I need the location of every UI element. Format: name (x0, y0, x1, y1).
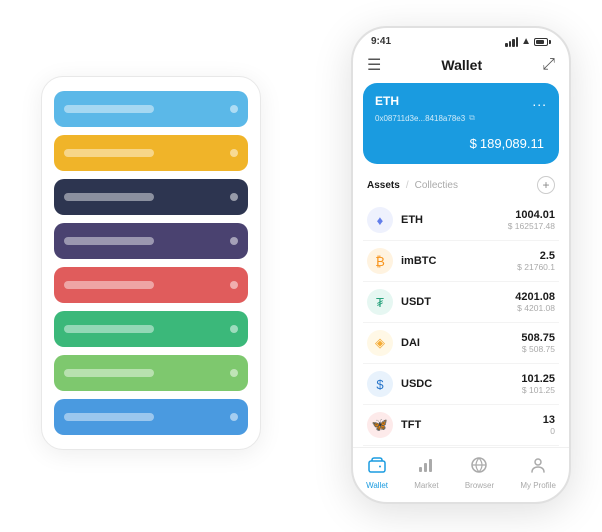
eth-menu-dots[interactable]: ... (532, 93, 547, 109)
asset-row[interactable]: ♦ ETH 1004.01 $ 162517.48 (363, 200, 559, 241)
asset-row[interactable]: ◈ DAI 508.75 $ 508.75 (363, 323, 559, 364)
wallet-card-item[interactable] (54, 179, 248, 215)
asset-usd: $ 101.25 (521, 385, 555, 395)
asset-amount: 101.25 (521, 373, 555, 385)
eth-balance: $189,089.11 (375, 131, 547, 154)
nav-icon-market (417, 456, 435, 479)
phone-header: ☰ Wallet ⤢ (353, 51, 569, 83)
asset-amounts: 13 0 (543, 414, 555, 436)
asset-icon-dai: ◈ (367, 330, 393, 356)
asset-icon-usdt: ₮ (367, 289, 393, 315)
asset-name: ETH (401, 214, 508, 226)
card-stack (41, 76, 261, 450)
nav-item-browser[interactable]: Browser (465, 456, 494, 490)
asset-usd: $ 21760.1 (517, 262, 555, 272)
asset-name: USDT (401, 296, 515, 308)
asset-icon-tft: 🦋 (367, 412, 393, 438)
signal-icon (505, 37, 518, 47)
header-title: Wallet (441, 57, 482, 73)
copy-icon[interactable]: ⧉ (469, 113, 475, 123)
asset-name: DAI (401, 337, 521, 349)
bottom-nav: Wallet Market Browser My Profile (353, 447, 569, 502)
asset-name: USDC (401, 378, 521, 390)
asset-amounts: 101.25 $ 101.25 (521, 373, 555, 395)
asset-usd: $ 508.75 (521, 344, 555, 354)
status-bar: 9:41 ▲ (353, 28, 569, 51)
expand-icon[interactable]: ⤢ (542, 56, 555, 74)
scene: 9:41 ▲ ☰ (21, 16, 581, 516)
add-asset-button[interactable]: + (537, 176, 555, 194)
nav-item-wallet[interactable]: Wallet (366, 456, 388, 490)
asset-amount: 4201.08 (515, 291, 555, 303)
asset-row[interactable]: 🦋 TFT 13 0 (363, 405, 559, 446)
wallet-card-item[interactable] (54, 135, 248, 171)
asset-amounts: 2.5 $ 21760.1 (517, 250, 555, 272)
asset-amounts: 1004.01 $ 162517.48 (508, 209, 555, 231)
asset-icon-usdc: $ (367, 371, 393, 397)
nav-icon-wallet (368, 456, 386, 479)
assets-header: Assets / Collecties + (353, 172, 569, 200)
asset-usd: $ 4201.08 (515, 303, 555, 313)
phone: 9:41 ▲ ☰ (351, 26, 571, 504)
asset-row[interactable]: ₮ USDT 4201.08 $ 4201.08 (363, 282, 559, 323)
nav-icon-browser (470, 456, 488, 479)
nav-label-my-profile: My Profile (520, 481, 556, 490)
nav-label-market: Market (414, 481, 438, 490)
wallet-card-item[interactable] (54, 223, 248, 259)
asset-row[interactable]: $ USDC 101.25 $ 101.25 (363, 364, 559, 405)
eth-card[interactable]: ETH ... 0x08711d3e...8418a78e3 ⧉ $189,08… (363, 83, 559, 164)
nav-item-my-profile[interactable]: My Profile (520, 456, 556, 490)
asset-name: imBTC (401, 255, 517, 267)
tab-assets[interactable]: Assets (367, 180, 400, 191)
nav-label-wallet: Wallet (366, 481, 388, 490)
status-icons: ▲ (505, 36, 551, 47)
asset-icon-eth: ♦ (367, 207, 393, 233)
asset-usd: 0 (543, 426, 555, 436)
eth-label: ETH (375, 94, 399, 108)
asset-name: TFT (401, 419, 543, 431)
menu-icon[interactable]: ☰ (367, 55, 381, 75)
asset-amount: 13 (543, 414, 555, 426)
wallet-card-item[interactable] (54, 311, 248, 347)
asset-amount: 1004.01 (508, 209, 555, 221)
status-time: 9:41 (371, 36, 391, 47)
wallet-card-item[interactable] (54, 91, 248, 127)
asset-usd: $ 162517.48 (508, 221, 555, 231)
asset-amounts: 4201.08 $ 4201.08 (515, 291, 555, 313)
assets-tabs: Assets / Collecties (367, 180, 458, 191)
wallet-card-item[interactable] (54, 267, 248, 303)
wifi-icon: ▲ (521, 36, 531, 47)
eth-address: 0x08711d3e...8418a78e3 ⧉ (375, 113, 547, 123)
asset-amount: 508.75 (521, 332, 555, 344)
nav-item-market[interactable]: Market (414, 456, 438, 490)
asset-list: ♦ ETH 1004.01 $ 162517.48 ₿ imBTC 2.5 $ … (353, 200, 569, 447)
nav-label-browser: Browser (465, 481, 494, 490)
asset-row[interactable]: ₿ imBTC 2.5 $ 21760.1 (363, 241, 559, 282)
eth-card-header: ETH ... (375, 93, 547, 109)
wallet-card-item[interactable] (54, 399, 248, 435)
wallet-card-item[interactable] (54, 355, 248, 391)
asset-amount: 2.5 (517, 250, 555, 262)
tab-collecties[interactable]: Collecties (415, 180, 458, 191)
nav-icon-my-profile (529, 456, 547, 479)
asset-amounts: 508.75 $ 508.75 (521, 332, 555, 354)
battery-icon (534, 38, 551, 46)
asset-icon-imbtc: ₿ (367, 248, 393, 274)
